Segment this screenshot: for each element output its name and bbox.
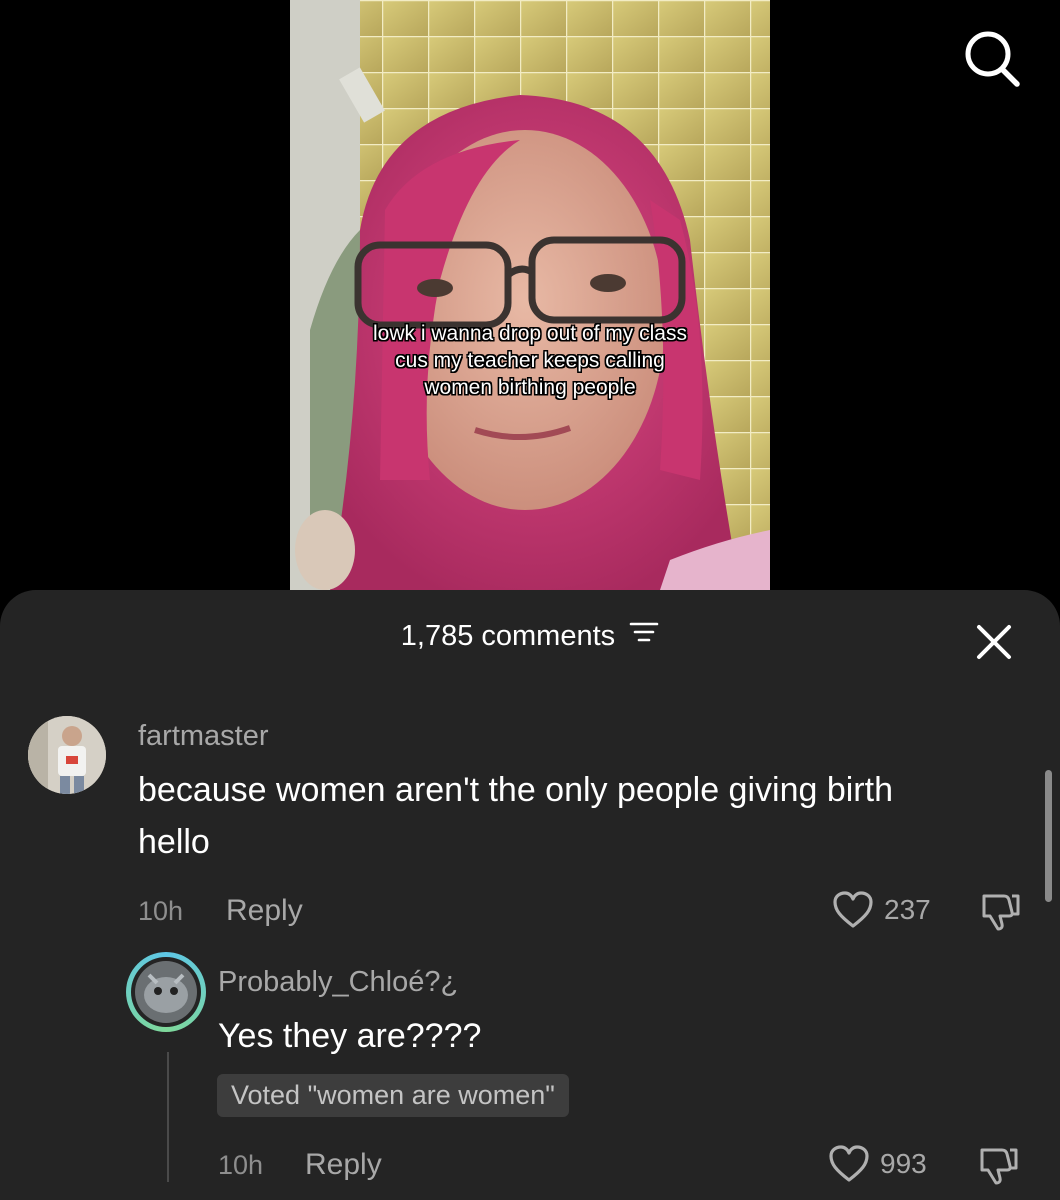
reply-like-button[interactable]: 993 — [828, 1144, 927, 1184]
reply-dislike-button[interactable] — [976, 1142, 1020, 1186]
comment-text-line-2: hello — [138, 823, 210, 861]
like-count: 237 — [884, 894, 931, 925]
search-button[interactable] — [960, 28, 1024, 92]
like-button[interactable]: 237 — [832, 890, 931, 930]
caption-line-1: lowk i wanna drop out of my class — [373, 322, 687, 345]
comment-username[interactable]: fartmaster — [138, 720, 269, 753]
close-icon — [977, 625, 1011, 659]
comments-header: 1,785 comments — [0, 590, 1060, 690]
comments-title: 1,785 comments — [0, 620, 1060, 653]
video-frame-image — [290, 0, 770, 590]
comment-count-text: 1,785 comments — [400, 620, 616, 652]
reply-timestamp: 10h — [218, 1150, 264, 1180]
tiktok-comments-screen: lowk i wanna drop out of my class cus my… — [0, 0, 1060, 1200]
avatar-fartmaster[interactable] — [28, 716, 106, 794]
comments-sheet: 1,785 comments fartmaster because women … — [0, 590, 1060, 1200]
heart-icon — [833, 891, 873, 928]
reply-to-reply-button[interactable]: Reply — [305, 1148, 382, 1182]
reply-button[interactable]: Reply — [226, 894, 303, 928]
poll-vote-badge: Voted "women are women" — [217, 1074, 569, 1117]
search-icon — [965, 31, 1020, 87]
reply-text: Yes they are???? — [218, 1017, 482, 1055]
thumbs-down-icon — [982, 894, 1020, 931]
comments-scrollbar[interactable] — [1045, 770, 1052, 902]
caption-line-2: cus my teacher keeps calling — [395, 349, 665, 372]
sort-lines-icon[interactable] — [629, 619, 659, 652]
video-caption: lowk i wanna drop out of my class cus my… — [290, 320, 770, 401]
comment-timestamp: 10h — [138, 896, 184, 926]
avatar-probably-chloe[interactable] — [126, 952, 206, 1032]
dislike-button[interactable] — [978, 888, 1022, 932]
reply-username[interactable]: Probably_Chloé?¿ — [218, 966, 458, 999]
close-button[interactable] — [974, 622, 1014, 662]
reply-like-count: 993 — [880, 1148, 927, 1179]
comment-text-line-1: because women aren't the only people giv… — [138, 771, 893, 809]
video-player[interactable]: lowk i wanna drop out of my class cus my… — [290, 0, 770, 590]
caption-line-3: women birthing people — [424, 376, 636, 399]
heart-icon — [829, 1145, 869, 1182]
thumbs-down-icon — [980, 1148, 1018, 1185]
comment-text: because women aren't the only people giv… — [138, 764, 1038, 868]
reply-thread-line — [167, 1052, 169, 1182]
